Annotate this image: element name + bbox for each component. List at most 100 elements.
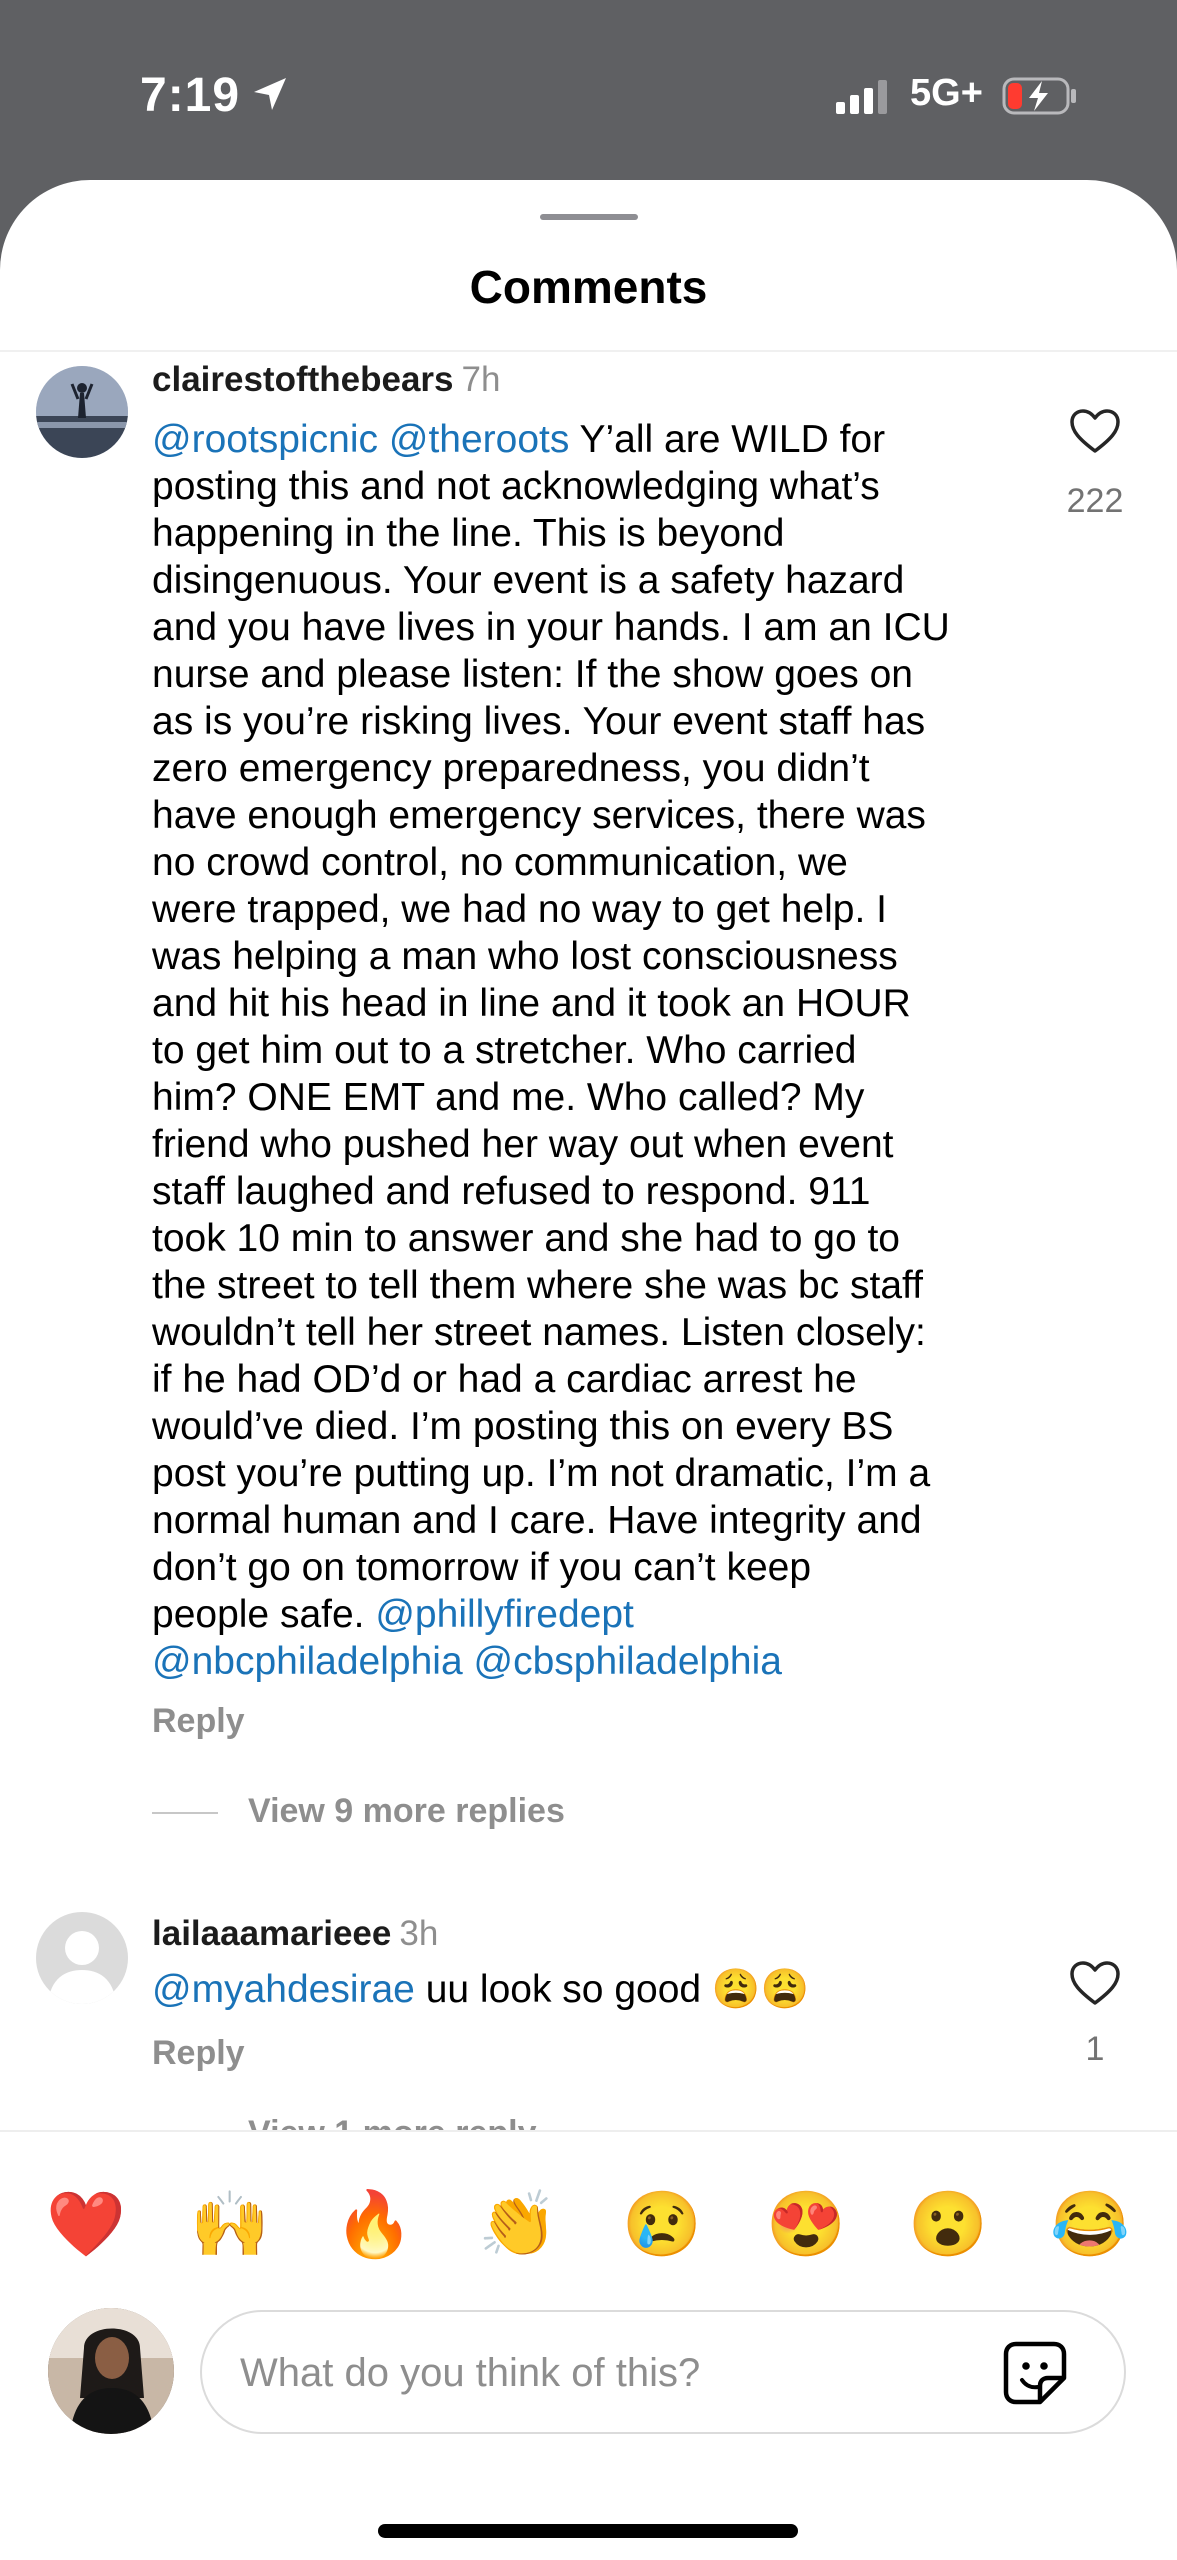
comment-text-segment: friend who pushed her way out when event xyxy=(152,1123,894,1166)
reply-button[interactable]: Reply xyxy=(152,2034,245,2073)
reaction-heart[interactable]: ❤️ xyxy=(46,2184,126,2264)
comment-text-segment: posting this and not acknowledging what’… xyxy=(152,465,880,508)
avatar[interactable] xyxy=(36,1912,128,2004)
comment-text-segment: were trapped, we had no way to get help.… xyxy=(152,888,887,931)
sticker-icon[interactable] xyxy=(1002,2340,1068,2411)
comment-text-segment: him? ONE EMT and me. Who called? My xyxy=(152,1076,865,1119)
like-button[interactable] xyxy=(1066,1960,1124,2011)
comment-text-segment xyxy=(378,418,389,461)
mention-link[interactable]: @nbcphiladelphia xyxy=(152,1640,463,1683)
current-user-avatar xyxy=(48,2308,174,2434)
comment-line: posting this and not acknowledging what’… xyxy=(152,463,1032,510)
comment-text: @myahdesirae uu look so good 😩😩 xyxy=(152,1966,1032,2013)
avatar[interactable] xyxy=(36,366,128,458)
comment-text-segment: uu look so good 😩😩 xyxy=(414,1968,810,2011)
comment-username[interactable]: clairestofthebears xyxy=(152,360,454,399)
comment-text-segment: no crowd control, no communication, we xyxy=(152,841,848,884)
reaction-clap[interactable]: 👏 xyxy=(478,2184,558,2264)
reaction-cry[interactable]: 😢 xyxy=(622,2184,702,2264)
comment-line: don’t go on tomorrow if you can’t keep xyxy=(152,1544,1032,1591)
reply-button[interactable]: Reply xyxy=(152,1702,245,1741)
comment-input[interactable] xyxy=(238,2312,1022,2434)
reaction-surprised[interactable]: 😮 xyxy=(908,2184,988,2264)
comment-text-segment: as is you’re risking lives. Your event s… xyxy=(152,700,926,743)
comment-text: @rootspicnic @theroots Y’all are WILD fo… xyxy=(152,416,1032,1685)
reaction-heart-eyes[interactable]: 😍 xyxy=(766,2184,846,2264)
cellular-signal-icon xyxy=(836,80,896,121)
comment-text-segment: and hit his head in line and it took an … xyxy=(152,982,911,1025)
home-indicator[interactable] xyxy=(378,2524,798,2538)
comment-line: and you have lives in your hands. I am a… xyxy=(152,604,1032,651)
comment-text-segment: don’t go on tomorrow if you can’t keep xyxy=(152,1546,812,1589)
comment-line: wouldn’t tell her street names. Listen c… xyxy=(152,1309,1032,1356)
comment-line: if he had OD’d or had a cardiac arrest h… xyxy=(152,1356,1032,1403)
battery-charging-icon xyxy=(1002,76,1078,121)
comment-line: @rootspicnic @theroots Y’all are WILD fo… xyxy=(152,416,1032,463)
like-count: 1 xyxy=(1085,2030,1105,2068)
mention-link[interactable]: @myahdesirae xyxy=(152,1968,415,2011)
comment-line: disingenuous. Your event is a safety haz… xyxy=(152,557,1032,604)
comment-input-container xyxy=(200,2310,1126,2434)
comment-text-segment: zero emergency preparedness, you didn’t xyxy=(152,747,870,790)
sheet-drag-handle[interactable] xyxy=(540,214,638,220)
comment-line: would’ve died. I’m posting this on every… xyxy=(152,1403,1032,1450)
comment-line: the street to tell them where she was bc… xyxy=(152,1262,1032,1309)
mention-link[interactable]: @cbsphiladelphia xyxy=(474,1640,782,1683)
location-arrow-icon xyxy=(250,74,290,119)
comment-line: as is you’re risking lives. Your event s… xyxy=(152,698,1032,745)
comment-text-segment: people safe. xyxy=(152,1593,376,1636)
status-time: 7:19 xyxy=(140,69,241,122)
comment-text-segment: if he had OD’d or had a cardiac arrest h… xyxy=(152,1358,857,1401)
comment-line: to get him out to a stretcher. Who carri… xyxy=(152,1027,1032,1074)
comment-line: him? ONE EMT and me. Who called? My xyxy=(152,1074,1032,1121)
like-button[interactable] xyxy=(1066,408,1124,459)
reaction-raising-hands[interactable]: 🙌 xyxy=(190,2184,270,2264)
comment-text-segment: normal human and I care. Have integrity … xyxy=(152,1499,922,1542)
comment-text-segment: nurse and please listen: If the show goe… xyxy=(152,653,913,696)
comment-line: have enough emergency services, there wa… xyxy=(152,792,1032,839)
comment-line: people safe. @phillyfiredept xyxy=(152,1591,1032,1638)
comments-list[interactable]: clairestofthebears 7h @rootspicnic @thero… xyxy=(0,352,1177,2310)
comment-username[interactable]: lailaaamarieee xyxy=(152,1914,391,1953)
comment-line: and hit his head in line and it took an … xyxy=(152,980,1032,1027)
comment-line: was helping a man who lost consciousness xyxy=(152,933,1032,980)
comment-text-segment: Y’all are WILD for xyxy=(569,418,886,461)
comment-line: took 10 min to answer and she had to go … xyxy=(152,1215,1032,1262)
view-more-replies-button[interactable]: View 9 more replies xyxy=(152,1792,565,1831)
reaction-laugh[interactable]: 😂 xyxy=(1050,2184,1130,2264)
comment-line: nurse and please listen: If the show goe… xyxy=(152,651,1032,698)
comment-text-segment: took 10 min to answer and she had to go … xyxy=(152,1217,900,1260)
comment-header: lailaaamarieee 3h xyxy=(152,1914,438,1954)
comment-age: 3h xyxy=(399,1914,439,1953)
comment-text-segment: and you have lives in your hands. I am a… xyxy=(152,606,950,649)
comment-text-segment: disingenuous. Your event is a safety haz… xyxy=(152,559,905,602)
status-bar: 7:19 5G+ xyxy=(0,0,1177,190)
comment-text-segment: the street to tell them where she was bc… xyxy=(152,1264,923,1307)
comment-line: friend who pushed her way out when event xyxy=(152,1121,1032,1168)
comment-composer xyxy=(0,2300,1177,2450)
replies-divider xyxy=(152,1812,218,1815)
comment-text-segment: wouldn’t tell her street names. Listen c… xyxy=(152,1311,926,1354)
view-more-replies-label: View 9 more replies xyxy=(248,1792,565,1830)
comment-line: @nbcphiladelphia @cbsphiladelphia xyxy=(152,1638,1032,1685)
mention-link[interactable]: @rootspicnic xyxy=(152,418,378,461)
heart-icon xyxy=(1069,409,1121,458)
comment-text-segment: have enough emergency services, there wa… xyxy=(152,794,926,837)
quick-reaction-bar: ❤️ 🙌 🔥 👏 😢 😍 😮 😂 xyxy=(0,2130,1177,2302)
sheet-title: Comments xyxy=(469,261,708,313)
comment-text-segment: post you’re putting up. I’m not dramatic… xyxy=(152,1452,931,1495)
comment-text-segment: would’ve died. I’m posting this on every… xyxy=(152,1405,894,1448)
comment-text-segment xyxy=(463,1640,474,1683)
comment-text-segment: to get him out to a stretcher. Who carri… xyxy=(152,1029,857,1072)
reaction-fire[interactable]: 🔥 xyxy=(334,2184,414,2264)
comment-text-segment: was helping a man who lost consciousness xyxy=(152,935,898,978)
comment-line: @myahdesirae uu look so good 😩😩 xyxy=(152,1966,1032,2013)
mention-link[interactable]: @phillyfiredept xyxy=(375,1593,634,1636)
mention-link[interactable]: @theroots xyxy=(389,418,570,461)
like-count: 222 xyxy=(1066,482,1124,520)
comment-age: 7h xyxy=(461,360,501,399)
comment-header: clairestofthebears 7h xyxy=(152,360,500,400)
comment-line: zero emergency preparedness, you didn’t xyxy=(152,745,1032,792)
comment-line: post you’re putting up. I’m not dramatic… xyxy=(152,1450,1032,1497)
comment-text-segment: staff laughed and refused to respond. 91… xyxy=(152,1170,871,1213)
